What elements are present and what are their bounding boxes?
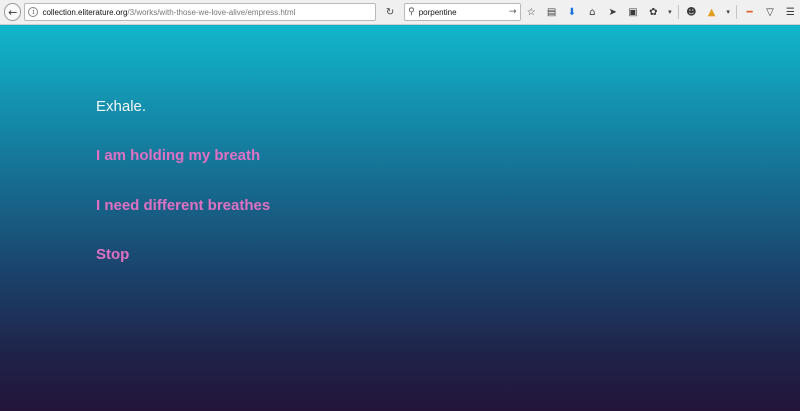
reload-icon: ↻ (385, 6, 395, 18)
browser-toolbar: ← i collection.eliterature.org/3/works/w… (0, 0, 800, 25)
back-button[interactable]: ← (4, 3, 22, 21)
back-arrow-icon: ← (8, 5, 18, 19)
choice-link-different-breathes[interactable]: I need different breathes (96, 197, 270, 214)
screenshot-icon[interactable]: ▣ (623, 3, 642, 21)
story-page: Exhale. I am holding my breath I need di… (0, 25, 800, 411)
extension-icon[interactable]: ✿ (644, 3, 663, 21)
menu-icon[interactable]: ☰ (781, 3, 800, 21)
clipboard-icon[interactable]: ▤ (542, 3, 561, 21)
search-input[interactable]: porpentine (419, 8, 509, 17)
choice-link-stop[interactable]: Stop (96, 246, 129, 263)
download-icon[interactable]: ⬇ (562, 3, 581, 21)
extension-icon[interactable]: ━ (740, 3, 759, 21)
reload-button[interactable]: ↻ (381, 7, 399, 18)
drive-icon[interactable]: ▲ (702, 3, 721, 21)
search-icon: ⚲ (408, 7, 415, 17)
bookmark-star-icon[interactable]: ☆ (522, 3, 541, 21)
pocket-icon[interactable]: ▽ (760, 3, 779, 21)
dropdown-icon[interactable]: ▾ (664, 3, 676, 21)
url-bar[interactable]: i collection.eliterature.org/3/works/wit… (24, 3, 377, 21)
info-icon[interactable]: i (28, 7, 39, 17)
url-text[interactable]: collection.eliterature.org/3/works/with-… (42, 8, 372, 17)
story-prompt: Exhale. (96, 98, 147, 115)
url-host: collection.eliterature.org (42, 7, 128, 17)
toolbar-separator (735, 5, 737, 19)
home-icon[interactable]: ⌂ (583, 3, 602, 21)
url-path: /3/works/with-those-we-love-alive/empres… (127, 7, 296, 17)
arrow-right-icon[interactable]: → (509, 7, 517, 17)
send-icon[interactable]: ➤ (603, 3, 622, 21)
dropdown-icon[interactable]: ▾ (722, 3, 734, 21)
toolbar-separator (677, 5, 679, 19)
smiley-icon[interactable]: ☻ (682, 3, 701, 21)
search-bar[interactable]: ⚲ porpentine → (404, 3, 521, 21)
choice-link-holding-breath[interactable]: I am holding my breath (96, 147, 260, 164)
